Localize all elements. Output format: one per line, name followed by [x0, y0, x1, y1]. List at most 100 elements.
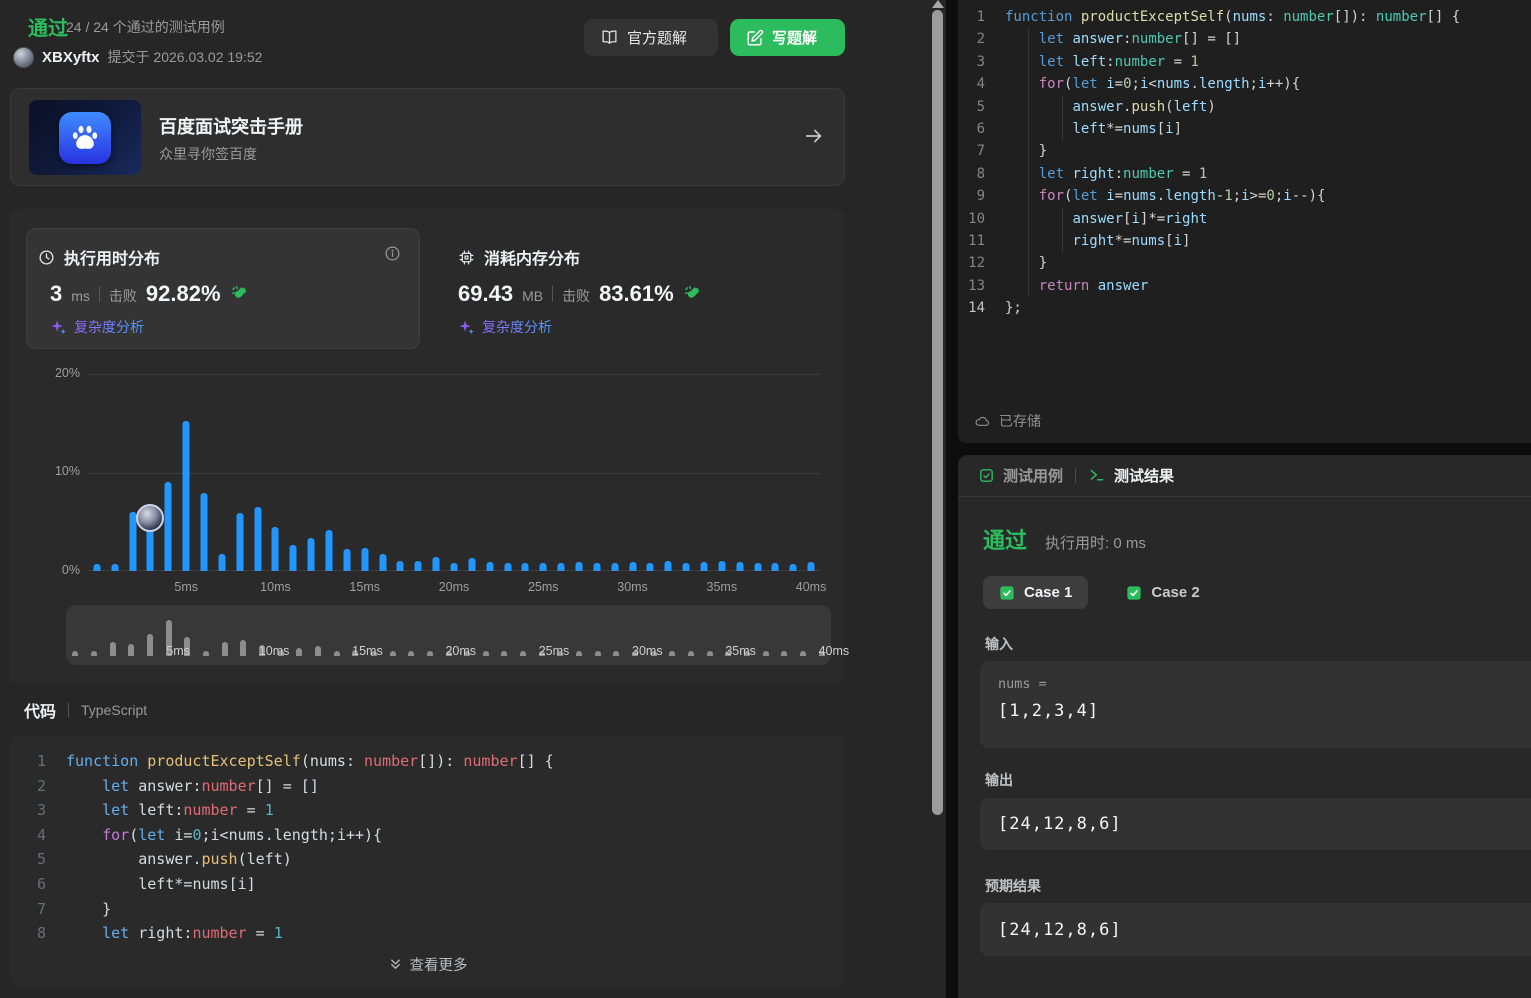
runtime-bar[interactable] [665, 561, 672, 571]
runtime-bar[interactable] [683, 563, 690, 571]
runtime-bar[interactable] [468, 558, 475, 571]
y-axis-tick: 20% [38, 366, 80, 380]
banner-subtitle: 众里寻你签百度 [159, 144, 257, 164]
checkbox-icon [978, 467, 995, 484]
promo-banner[interactable]: 百度面试突击手册 众里寻你签百度 [10, 88, 845, 186]
clock-icon [38, 249, 55, 266]
runtime-bar[interactable] [593, 563, 600, 571]
runtime-bar[interactable] [272, 527, 279, 571]
runtime-bar[interactable] [111, 564, 118, 571]
runtime-bar[interactable] [522, 563, 529, 571]
case-button-2[interactable]: Case 2 [1110, 576, 1215, 609]
runtime-bar[interactable] [218, 554, 225, 571]
divider [68, 703, 69, 717]
official-solution-label: 官方题解 [627, 27, 687, 48]
runtime-complexity-analysis-link[interactable]: 复杂度分析 [50, 317, 144, 337]
code-line: 4 for(let i=0;i<nums.length;i++){ [958, 73, 1531, 95]
x-axis-tick: 5ms [174, 580, 198, 594]
memory-complexity-analysis-link[interactable]: 复杂度分析 [458, 317, 552, 337]
write-solution-button[interactable]: 写题解 [730, 19, 845, 56]
runtime-bar[interactable] [754, 563, 761, 571]
runtime-bar[interactable] [415, 561, 422, 571]
runtime-bar[interactable] [183, 421, 190, 571]
runtime-bar[interactable] [558, 563, 565, 571]
case-button-1[interactable]: Case 1 [983, 576, 1088, 609]
runtime-bar[interactable] [290, 545, 297, 571]
arrow-right-icon[interactable] [802, 125, 826, 147]
minimap-ticks: 5ms10ms15ms20ms25ms30ms35ms40ms [66, 605, 831, 665]
memory-analysis-label: 复杂度分析 [482, 317, 552, 337]
chart-brush-minimap[interactable]: 5ms10ms15ms20ms25ms30ms35ms40ms [66, 605, 831, 665]
runtime-bar[interactable] [361, 548, 368, 571]
runtime-unit: ms [71, 288, 90, 304]
runtime-stat-header: 执行用时分布 [38, 245, 160, 269]
view-more-button[interactable]: 查看更多 [10, 954, 845, 975]
input-box[interactable]: nums = [1,2,3,4] [980, 661, 1531, 748]
testcases-summary: 24 / 24 个通过的测试用例 [66, 17, 225, 37]
ai-sparkle-icon [458, 319, 475, 336]
input-value: [1,2,3,4] [998, 701, 1531, 721]
official-solution-button[interactable]: 官方题解 [584, 19, 718, 56]
runtime-bar[interactable] [201, 493, 208, 571]
runtime-bar[interactable] [129, 512, 136, 571]
runtime-bar[interactable] [808, 562, 815, 571]
runtime-bar[interactable] [236, 513, 243, 571]
x-axis-tick: 10ms [260, 580, 291, 594]
minimap-tick: 30ms [632, 644, 663, 658]
runtime-bar[interactable] [451, 563, 458, 571]
divider [99, 286, 100, 302]
output-box: [24,12,8,6] [980, 798, 1531, 850]
tab-testcases[interactable]: 测试用例 [978, 465, 1063, 486]
runtime-bar[interactable] [254, 507, 261, 571]
terminal-icon [1088, 467, 1106, 484]
editor-code-block[interactable]: 1function productExceptSelf(nums: number… [958, 6, 1531, 320]
runtime-bar[interactable] [343, 549, 350, 571]
runtime-bar[interactable] [397, 561, 404, 571]
x-axis-tick: 40ms [796, 580, 827, 594]
code-line: 7 } [10, 897, 845, 922]
memory-beat-label: 击败 [562, 286, 590, 306]
runtime-bar[interactable] [379, 554, 386, 571]
expected-value: [24,12,8,6] [998, 920, 1122, 940]
minimap-tick: 5ms [166, 644, 190, 658]
runtime-bar[interactable] [486, 562, 493, 571]
submission-detail-pane: 通过 24 / 24 个通过的测试用例 XBXyftx 提交于 2026.03.… [0, 0, 946, 998]
runtime-bar[interactable] [433, 557, 440, 571]
runtime-bar[interactable] [326, 530, 333, 571]
username[interactable]: XBXyftx [42, 49, 100, 66]
code-line: 7 } [958, 140, 1531, 162]
runtime-bar[interactable] [772, 563, 779, 571]
runtime-beat-label: 击败 [109, 286, 137, 306]
runtime-bar[interactable] [540, 563, 547, 571]
tab-testresult-label: 测试结果 [1114, 465, 1174, 486]
runtime-value: 3 [50, 281, 62, 307]
user-runtime-marker-avatar[interactable] [136, 504, 164, 532]
runtime-bar[interactable] [700, 562, 707, 571]
runtime-bar[interactable] [629, 562, 636, 571]
info-icon[interactable] [384, 245, 401, 262]
memory-stat-header[interactable]: 消耗内存分布 [458, 245, 580, 269]
runtime-bar[interactable] [165, 482, 172, 571]
left-pane-scrollbar[interactable] [930, 0, 946, 998]
submission-meta: XBXyftx 提交于 2026.03.02 19:52 [13, 46, 262, 68]
runtime-bar[interactable] [718, 561, 725, 571]
code-line: 5 answer.push(left) [10, 847, 845, 872]
runtime-bar[interactable] [611, 563, 618, 571]
minimap-tick: 20ms [445, 644, 476, 658]
runtime-bar[interactable] [575, 562, 582, 571]
scrollbar-thumb[interactable] [932, 10, 943, 815]
submitted-code-block: 1function productExceptSelf(nums: number… [10, 749, 845, 946]
banner-logo-tile [29, 100, 141, 175]
scrollbar-up-arrow-icon[interactable] [932, 0, 944, 8]
runtime-bar[interactable] [504, 563, 511, 571]
tab-testresult[interactable]: 测试结果 [1088, 465, 1174, 486]
code-editor-panel[interactable]: 1function productExceptSelf(nums: number… [958, 0, 1531, 443]
runtime-bar[interactable] [736, 562, 743, 571]
runtime-bar[interactable] [308, 538, 315, 571]
runtime-bar[interactable] [647, 563, 654, 571]
tab-testcases-label: 测试用例 [1003, 465, 1063, 486]
runtime-distribution-chart[interactable] [88, 374, 820, 571]
runtime-bar[interactable] [790, 564, 797, 571]
runtime-bar[interactable] [93, 564, 100, 571]
clap-icon [230, 284, 250, 304]
